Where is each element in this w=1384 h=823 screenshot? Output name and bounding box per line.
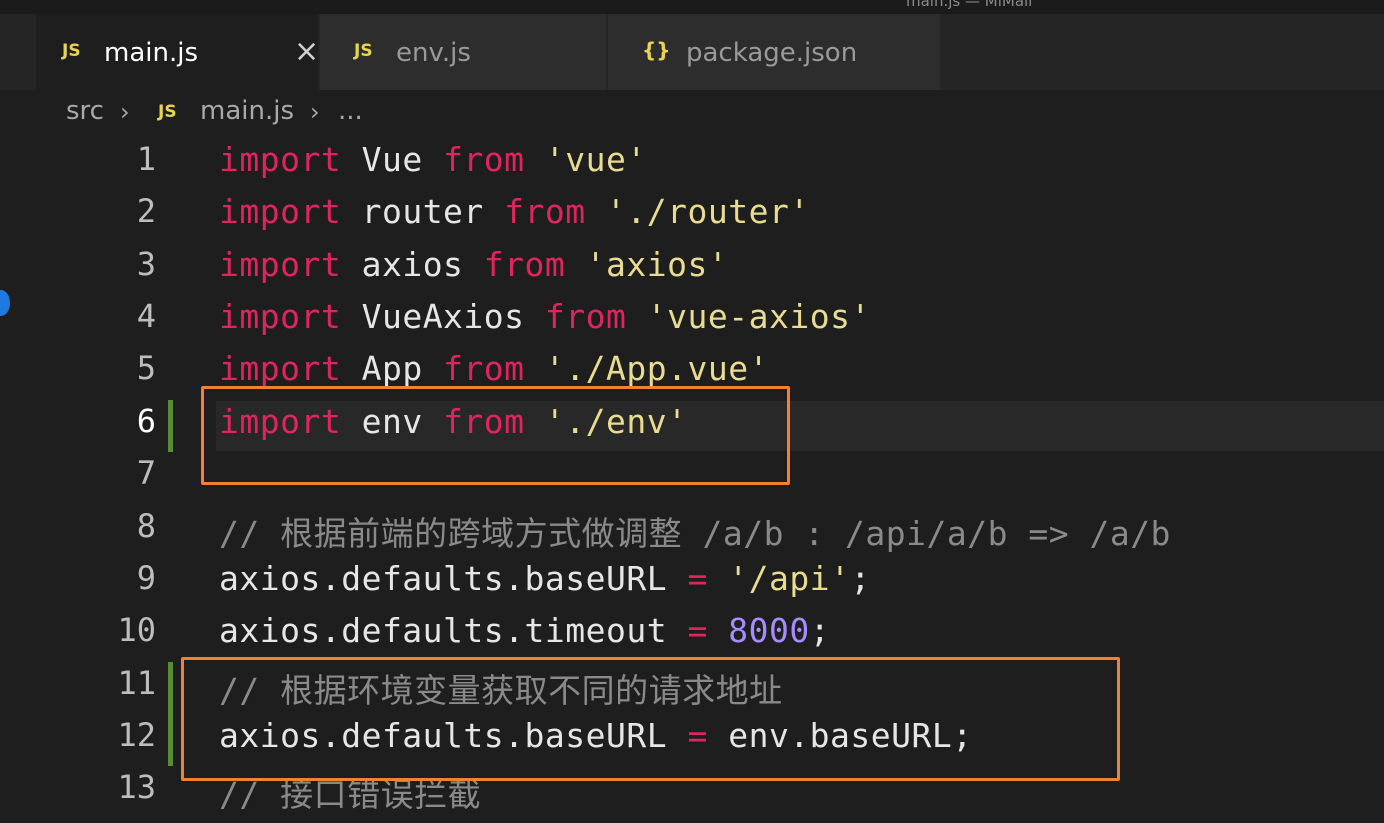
code-line[interactable]: 2 import router from './router' xyxy=(0,190,1384,242)
line-number: 1 xyxy=(136,140,156,178)
tab-label: env.js xyxy=(396,38,471,68)
close-icon[interactable]: × xyxy=(294,34,319,69)
line-number: 8 xyxy=(136,507,156,545)
line-number: 5 xyxy=(136,349,156,387)
code-line[interactable]: 8 // 根据前端的跨域方式做调整 /a/b : /api/a/b => /a/… xyxy=(0,505,1384,557)
breadcrumb-folder[interactable]: src xyxy=(66,96,104,126)
code-line[interactable]: 3 import axios from 'axios' xyxy=(0,243,1384,295)
line-number: 11 xyxy=(117,664,156,702)
tab-env-js[interactable]: JS env.js xyxy=(320,14,606,90)
tab-package-json[interactable]: {} package.json xyxy=(608,14,940,90)
tab-main-js[interactable]: JS main.js × xyxy=(36,14,319,90)
tab-label: main.js xyxy=(104,38,198,68)
js-file-icon: JS xyxy=(62,41,81,61)
breadcrumb-file[interactable]: main.js xyxy=(200,96,294,126)
code-text: import Vue from 'vue' xyxy=(219,140,647,179)
chevron-right-icon: › xyxy=(310,98,320,126)
title-bar: main.js — MiMall xyxy=(0,0,1384,14)
code-text: import router from './router' xyxy=(219,192,810,231)
line-number: 7 xyxy=(136,454,156,492)
line-number: 10 xyxy=(117,611,156,649)
code-text: import App from './App.vue' xyxy=(219,349,769,388)
window-title: main.js — MiMall xyxy=(906,0,1033,10)
line-number: 6 xyxy=(136,402,156,440)
code-comment: // 根据前端的跨域方式做调整 /a/b : /api/a/b => /a/b xyxy=(219,514,1171,553)
code-text: axios.defaults.baseURL = '/api'; xyxy=(219,559,871,598)
breadcrumb-symbols[interactable]: ... xyxy=(338,96,363,126)
line-number: 2 xyxy=(136,192,156,230)
tab-label: package.json xyxy=(686,38,858,68)
code-line[interactable]: 1 import Vue from 'vue' xyxy=(0,138,1384,190)
code-line[interactable]: 9 axios.defaults.baseURL = '/api'; xyxy=(0,557,1384,609)
line-number: 4 xyxy=(136,297,156,335)
line-number: 3 xyxy=(136,245,156,283)
js-file-icon: JS xyxy=(354,41,373,61)
tab-bar: JS main.js × JS env.js {} package.json xyxy=(0,14,1384,90)
line-number: 12 xyxy=(117,716,156,754)
gutter-modified-marker xyxy=(168,400,173,452)
code-line[interactable]: 4 import VueAxios from 'vue-axios' xyxy=(0,295,1384,347)
code-line[interactable]: 10 axios.defaults.timeout = 8000; xyxy=(0,609,1384,661)
chevron-right-icon: › xyxy=(120,98,130,126)
js-file-icon: JS xyxy=(158,102,177,122)
code-text: axios.defaults.timeout = 8000; xyxy=(219,611,831,650)
code-text: import VueAxios from 'vue-axios' xyxy=(219,297,871,336)
highlight-box xyxy=(201,386,790,485)
gutter-modified-marker xyxy=(168,662,173,766)
highlight-box xyxy=(181,657,1120,781)
line-number: 9 xyxy=(136,559,156,597)
json-file-icon: {} xyxy=(642,38,671,62)
code-text: import axios from 'axios' xyxy=(219,245,729,284)
line-number: 13 xyxy=(117,768,156,806)
